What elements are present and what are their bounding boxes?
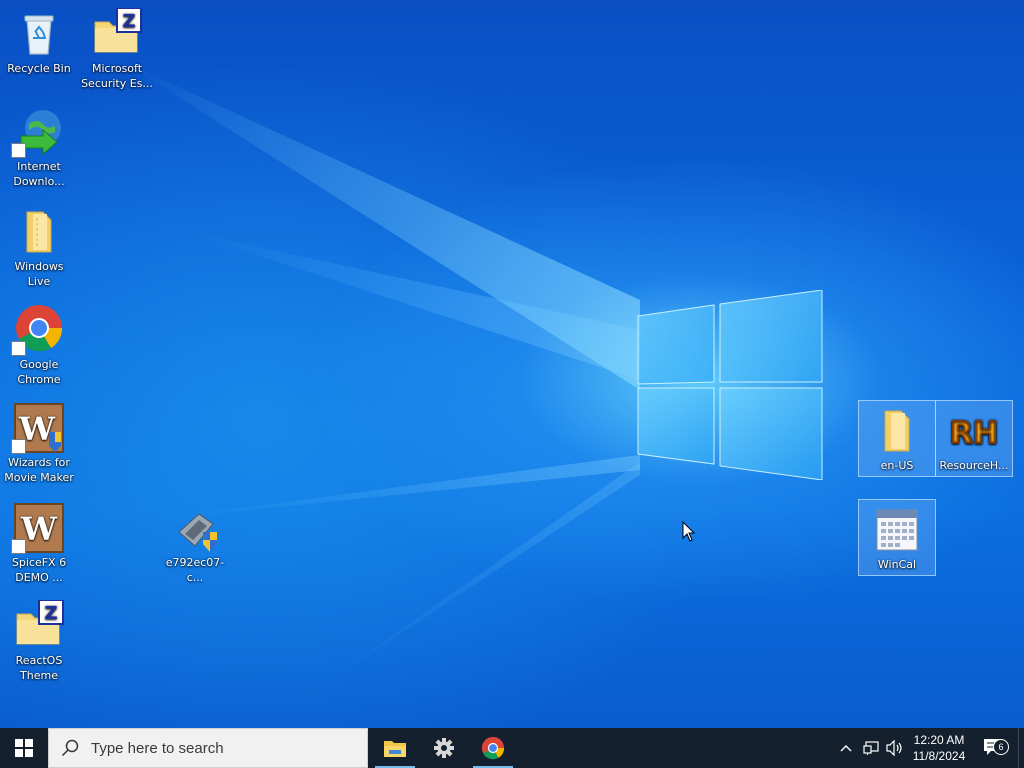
svg-text:Z: Z [122,11,135,32]
desktop-icon-wincal[interactable]: WinCal [858,499,936,576]
icon-label: Recycle Bin [7,62,71,75]
icon-label: ResourceH... [939,459,1009,472]
notification-count-badge: 6 [993,739,1009,755]
zip-folder-icon: Z [13,599,65,652]
icon-label: Google Chrome [17,358,61,386]
settings-gear-icon [434,738,454,758]
notification-icon-wrap: 6 [983,738,1009,758]
taskbar-search-box[interactable]: Type here to search [48,728,368,768]
recycle-bin-icon [13,8,65,60]
volume-button[interactable] [884,728,906,768]
chrome-icon [11,304,65,356]
desktop-icon-google-chrome[interactable]: Google Chrome [2,304,76,388]
volume-icon [886,740,902,756]
shortcut-arrow-icon [11,143,26,158]
desktop-icon-reactos-theme[interactable]: Z ReactOS Theme [2,599,76,684]
icon-label: Wizards for Movie Maker [4,456,74,484]
installer-icon [169,502,221,554]
shortcut-arrow-icon [11,439,26,454]
icon-label: e792ec07-c... [165,556,225,584]
desktop-icon-internet-download-manager[interactable]: Internet Downlo... [2,106,76,190]
show-hidden-icons-button[interactable] [836,728,856,768]
icon-label: Windows Live [14,260,64,288]
taskbar-clock[interactable]: 12:20 AM 11/8/2024 [906,728,972,768]
icon-label: SpiceFX 6 DEMO ... [11,556,67,584]
folder-icon [13,206,65,258]
svg-text:Z: Z [44,603,57,624]
desktop-icon-microsoft-security[interactable]: Z Microsoft Security Es... [80,7,154,92]
start-button[interactable] [0,728,48,768]
shortcut-arrow-icon [11,341,26,356]
taskbar-app-chrome[interactable] [469,728,517,768]
taskbar-app-file-explorer[interactable] [371,728,419,768]
search-placeholder: Type here to search [91,739,224,757]
shortcut-arrow-icon [11,539,26,554]
rh-icon: RH [948,405,1000,457]
action-center-button[interactable]: 6 [978,728,1009,768]
wizards-icon: W [11,402,65,454]
desktop-icon-resourcehacker[interactable]: RH ResourceH... [935,400,1013,477]
icon-label: en-US [880,459,914,472]
desktop-icon-e792ec07[interactable]: e792ec07-c... [158,502,232,586]
clock-date: 11/8/2024 [912,749,966,763]
wallpaper-windows-logo [637,290,823,480]
network-icon [863,741,879,755]
calendar-icon [871,504,923,556]
icon-label: Internet Downlo... [13,160,65,188]
desktop-icon-en-us[interactable]: en-US [858,400,936,477]
icon-label: ReactOS Theme [15,654,63,682]
taskbar: Type here to search 12:20 AM 11/8/2024 6 [0,728,1024,768]
taskbar-app-settings[interactable] [420,728,468,768]
network-status-button[interactable] [860,728,882,768]
folder-icon [871,405,923,457]
mouse-pointer-icon [682,521,696,542]
windows-logo-icon [15,739,33,757]
show-desktop-button[interactable] [1018,728,1024,768]
icon-label: WinCal [877,558,917,571]
icon-label: Microsoft Security Es... [81,62,153,90]
desktop[interactable]: Recycle Bin Z Microsoft Security Es... I… [0,0,1024,728]
desktop-icon-wizards-for-movie-maker[interactable]: W Wizards for Movie Maker [2,402,76,486]
desktop-icon-windows-live[interactable]: Windows Live [2,206,76,290]
desktop-icon-recycle-bin[interactable]: Recycle Bin [2,8,76,77]
desktop-icon-spicefx[interactable]: W SpiceFX 6 DEMO ... [2,502,76,586]
chevron-up-icon [840,745,852,752]
clock-time: 12:20 AM [913,733,965,747]
wallpaper-light-beams [120,60,640,700]
wizards-icon: W [11,502,65,554]
file-explorer-icon [384,741,406,757]
search-icon [61,739,79,757]
chrome-icon [481,736,505,760]
svg-text:RH: RH [950,416,998,451]
idm-globe-icon [11,106,65,158]
zip-folder-icon: Z [91,7,143,60]
